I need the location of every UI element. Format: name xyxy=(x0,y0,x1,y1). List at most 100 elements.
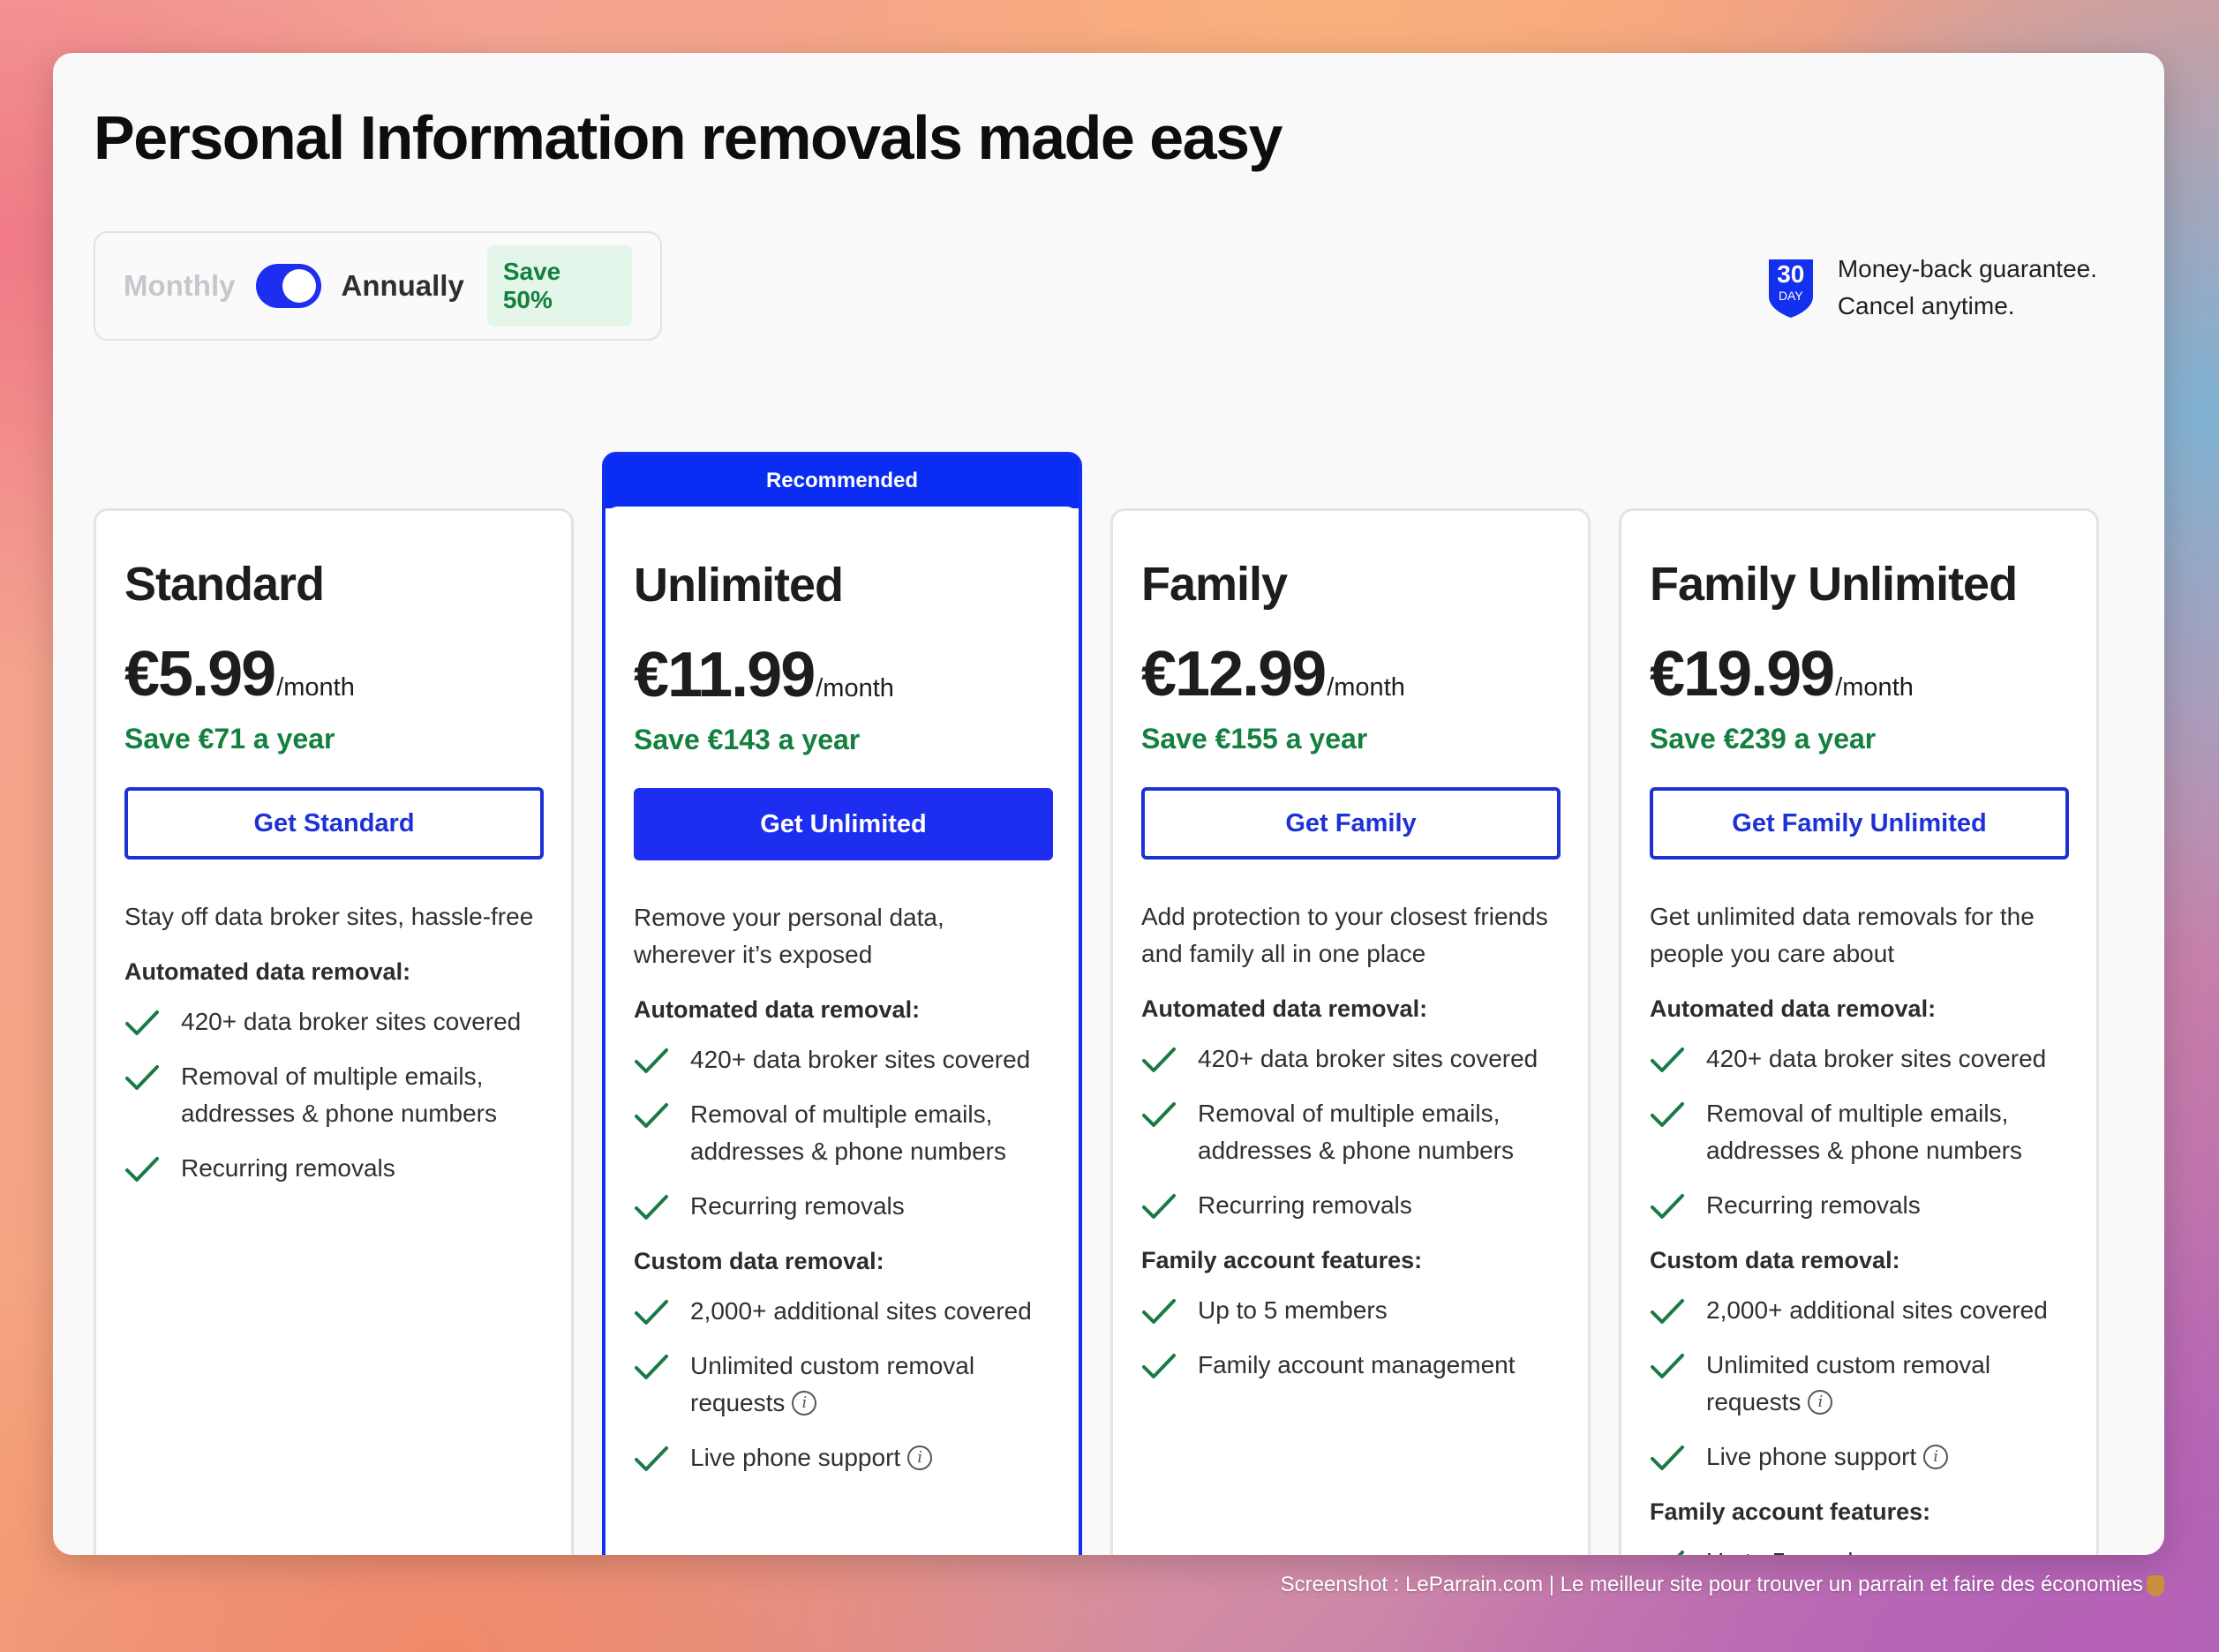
check-icon xyxy=(1651,1354,1684,1378)
feature-section-heading: Automated data removal: xyxy=(634,996,921,1023)
feature-item: 420+ data broker sites covered xyxy=(634,1041,1050,1078)
plan-description: Add protection to your closest friends a… xyxy=(1141,903,1548,967)
guarantee-line-2: Cancel anytime. xyxy=(1837,292,2015,319)
guarantee-text: Money-back guarantee. Cancel anytime. xyxy=(1838,251,2097,325)
feature-item: Up to 5 members xyxy=(1650,1543,2068,1555)
plan-name: Unlimited xyxy=(634,559,844,612)
feature-text: Recurring removals xyxy=(1706,1187,1921,1224)
price-period: /month xyxy=(1835,673,1914,702)
feature-text: Up to 5 members xyxy=(1198,1292,1388,1329)
yearly-savings: Save €71 a year xyxy=(124,723,335,755)
feature-item: Recurring removals xyxy=(124,1150,543,1187)
plan-name: Family Unlimited xyxy=(1650,558,2018,611)
check-icon xyxy=(1651,1102,1684,1127)
feature-label: Family account management xyxy=(1198,1351,1516,1378)
price-row: €19.99/month xyxy=(1650,638,2068,710)
plan-price: €12.99 xyxy=(1141,639,1327,710)
feature-text: 420+ data broker sites covered xyxy=(690,1041,1030,1078)
price-row: €5.99/month xyxy=(124,638,543,710)
feature-item: Live phone support i xyxy=(1650,1438,2068,1476)
plan-price: €11.99 xyxy=(634,640,816,710)
shield-icon: 30 DAY xyxy=(1765,256,1817,319)
plan-card-unlimited: Recommended Unlimited €11.99/month Save €14… xyxy=(602,452,1082,1555)
feature-section-heading: Family account features: xyxy=(1141,1247,1423,1273)
check-icon xyxy=(1651,1194,1684,1219)
check-icon xyxy=(1142,1299,1176,1324)
plan-name: Standard xyxy=(124,558,325,611)
get-plan-button[interactable]: Get Family Unlimited xyxy=(1650,787,2069,860)
billing-switch[interactable] xyxy=(256,264,322,308)
pricing-panel: Personal Information removals made easy … xyxy=(53,53,2164,1555)
feature-label: Unlimited custom removal requests xyxy=(1706,1351,1991,1415)
price-period: /month xyxy=(816,674,894,702)
feature-item: 420+ data broker sites covered xyxy=(1650,1040,2068,1078)
check-icon xyxy=(635,1048,668,1073)
check-icon xyxy=(1651,1048,1684,1072)
feature-text: Removal of multiple emails, addresses & … xyxy=(1706,1095,2068,1169)
feature-text: 420+ data broker sites covered xyxy=(1198,1040,1538,1078)
feature-item: Removal of multiple emails, addresses & … xyxy=(1650,1095,2068,1169)
feature-text: Removal of multiple emails, addresses & … xyxy=(1198,1095,1560,1169)
feature-label: Removal of multiple emails, addresses & … xyxy=(1198,1100,1514,1164)
feature-text: Live phone support i xyxy=(1706,1438,1949,1476)
caption-text: Screenshot : LeParrain.com | Le meilleur… xyxy=(1280,1573,2143,1596)
get-plan-button[interactable]: Get Family xyxy=(1141,787,1561,860)
feature-item: 2,000+ additional sites covered xyxy=(1650,1292,2068,1329)
plan-card-family-unlimited: Family Unlimited €19.99/month Save €239 a … xyxy=(1619,508,2099,1555)
feature-section-heading: Automated data removal: xyxy=(1141,995,1428,1022)
feature-text: 2,000+ additional sites covered xyxy=(690,1293,1032,1330)
recommended-banner: Recommended xyxy=(606,455,1079,519)
check-icon xyxy=(1142,1048,1176,1072)
check-icon xyxy=(635,1103,668,1128)
check-icon xyxy=(635,1195,668,1220)
check-icon xyxy=(635,1446,668,1471)
feature-text: 420+ data broker sites covered xyxy=(1706,1040,2046,1078)
switch-knob xyxy=(282,269,317,303)
feature-item: Removal of multiple emails, addresses & … xyxy=(124,1058,543,1132)
info-icon[interactable]: i xyxy=(1808,1389,1833,1415)
feature-label: Removal of multiple emails, addresses & … xyxy=(181,1063,497,1127)
plan-name: Family xyxy=(1141,558,1288,611)
feature-text: Up to 5 members xyxy=(1706,1543,1896,1555)
plan-card-family: Family €12.99/month Save €155 a year Get Fa… xyxy=(1110,508,1591,1555)
price-period: /month xyxy=(276,673,355,702)
price-row: €11.99/month xyxy=(634,639,1050,711)
feature-text: Recurring removals xyxy=(181,1150,395,1187)
feature-label: 2,000+ additional sites covered xyxy=(1706,1296,2048,1324)
feature-text: Removal of multiple emails, addresses & … xyxy=(181,1058,543,1132)
feature-label: Up to 5 members xyxy=(1706,1548,1896,1555)
monthly-option[interactable]: Monthly xyxy=(124,269,235,303)
feature-section-heading: Custom data removal: xyxy=(1650,1247,1900,1273)
feature-text: 420+ data broker sites covered xyxy=(181,1003,521,1040)
feature-label: Recurring removals xyxy=(1198,1191,1412,1219)
money-back-guarantee: 30 DAY Money-back guarantee. Cancel anyt… xyxy=(1765,251,2097,325)
guarantee-unit: DAY xyxy=(1778,289,1803,303)
annually-option[interactable]: Annually xyxy=(341,269,463,303)
feature-item: Up to 5 members xyxy=(1141,1292,1560,1329)
info-icon[interactable]: i xyxy=(907,1445,933,1470)
feature-label: 420+ data broker sites covered xyxy=(1706,1045,2047,1072)
plan-price: €19.99 xyxy=(1650,639,1835,710)
feature-label: Recurring removals xyxy=(181,1154,395,1182)
check-icon xyxy=(1651,1299,1684,1324)
guarantee-days: 30 xyxy=(1777,260,1805,288)
check-icon xyxy=(635,1355,668,1379)
get-plan-button[interactable]: Get Unlimited xyxy=(634,788,1053,860)
feature-item: Removal of multiple emails, addresses & … xyxy=(1141,1095,1560,1169)
feature-text: Unlimited custom removal requests i xyxy=(690,1348,1050,1422)
guarantee-line-1: Money-back guarantee. xyxy=(1837,255,2097,282)
info-icon[interactable]: i xyxy=(792,1390,817,1415)
plan-cards: Standard €5.99/month Save €71 a year Get St… xyxy=(94,399,2124,1555)
feature-label: Live phone support xyxy=(1706,1443,1917,1470)
feature-label: Recurring removals xyxy=(690,1192,905,1220)
check-icon xyxy=(635,1300,668,1325)
get-plan-button[interactable]: Get Standard xyxy=(124,787,544,860)
info-icon[interactable]: i xyxy=(1923,1444,1949,1469)
check-icon xyxy=(1651,1446,1684,1470)
feature-section-heading: Custom data removal: xyxy=(634,1248,884,1274)
feature-label: Recurring removals xyxy=(1706,1191,1921,1219)
plan-description: Stay off data broker sites, hassle-free xyxy=(124,903,534,930)
yearly-savings: Save €143 a year xyxy=(634,724,861,755)
feature-text: Unlimited custom removal requests i xyxy=(1706,1347,2068,1421)
feature-item: Live phone support i xyxy=(634,1439,1050,1476)
